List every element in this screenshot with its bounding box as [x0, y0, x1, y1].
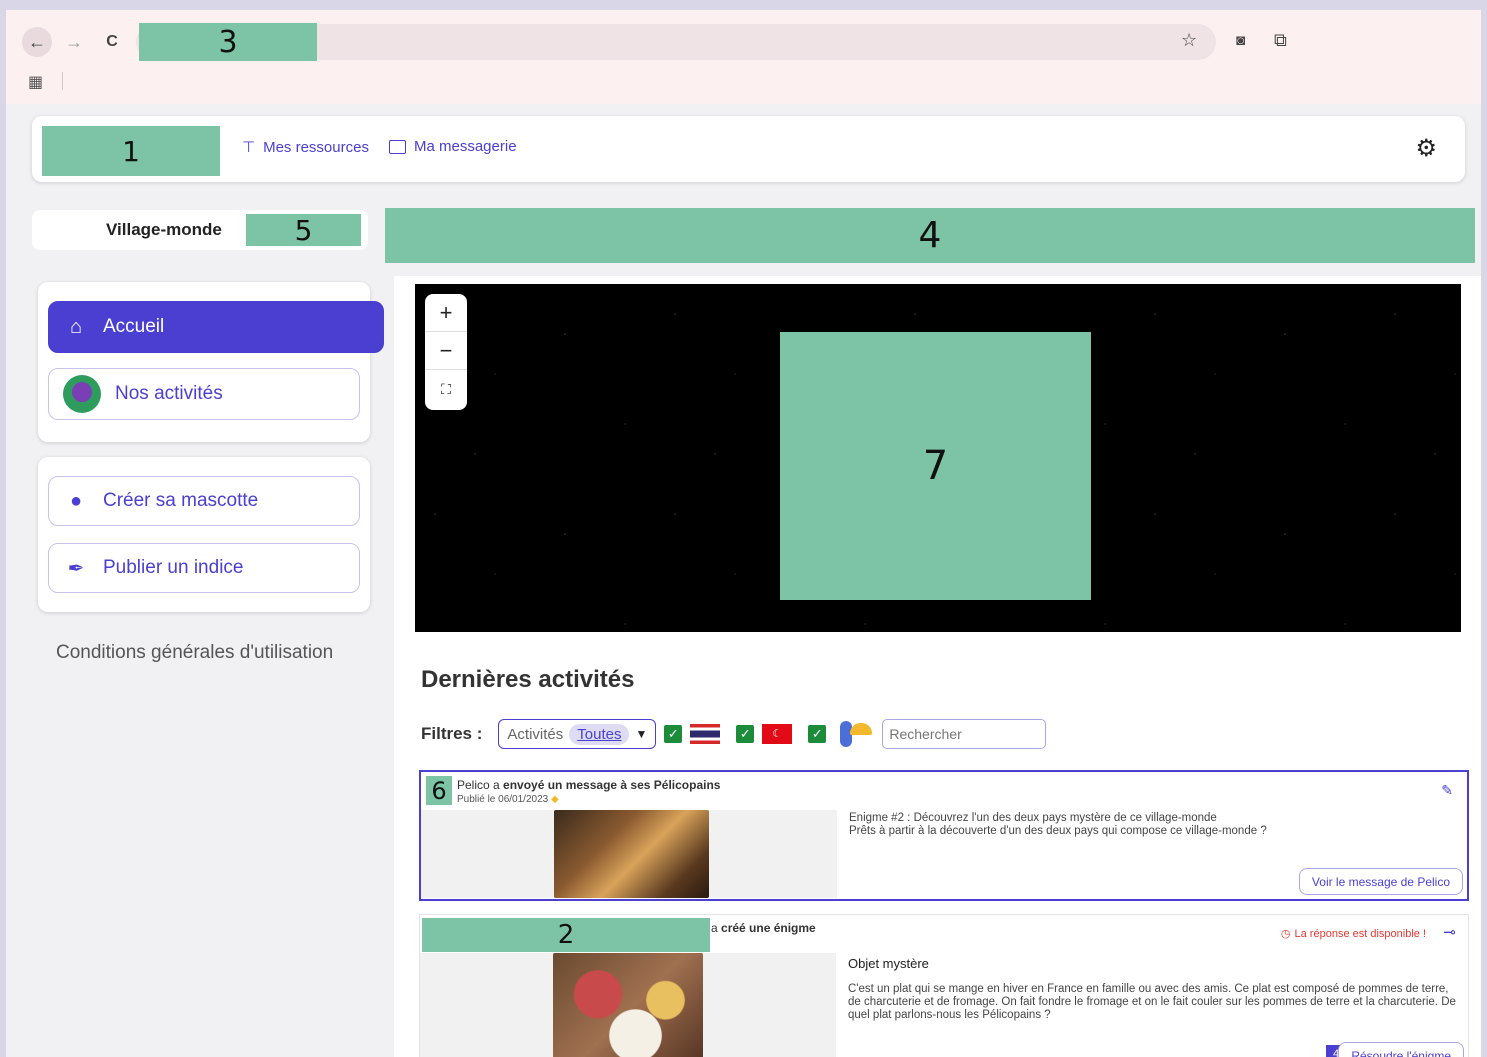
- search-input[interactable]: [882, 719, 1047, 749]
- my-messages-link[interactable]: Ma messagerie: [389, 138, 517, 155]
- cave-image: [554, 810, 709, 898]
- apps-grid-icon[interactable]: ▦: [28, 72, 43, 92]
- view-pelico-message-button[interactable]: Voir le message de Pelico: [1298, 868, 1463, 895]
- site-header: 1 ⊤ Mes ressources Ma messagerie ⚙: [32, 116, 1465, 182]
- my-resources-label: Mes ressources: [263, 138, 369, 156]
- post-line-2: Prêts à partir à la découverte d'un des …: [849, 824, 1267, 837]
- activity-post[interactable]: 2 a créé une énigme ◷ La réponse est dis…: [419, 914, 1469, 1057]
- thailand-flag-icon: [690, 724, 721, 744]
- answer-status-text: La réponse est disponible !: [1294, 927, 1426, 940]
- terms-link[interactable]: Conditions générales d'utilisation: [56, 642, 333, 664]
- activity-post[interactable]: 6 Pelico a envoyé un message à ses Pélic…: [419, 770, 1469, 901]
- key-icon[interactable]: ⊸: [1443, 923, 1456, 941]
- filters-label: Filtres :: [421, 724, 483, 743]
- raclette-image: [553, 953, 703, 1057]
- chevron-down-icon: ▼: [635, 727, 648, 741]
- sidebar-item-label: Nos activités: [115, 383, 223, 404]
- camera-icon[interactable]: ◙: [1236, 32, 1245, 49]
- post-title: Objet mystère: [848, 956, 929, 971]
- post-author: a: [711, 921, 722, 935]
- post-headline: Pelico a envoyé un message à ses Pélicop…: [457, 778, 720, 792]
- reload-icon: C: [106, 33, 118, 50]
- home-icon: ⌂: [69, 315, 83, 338]
- logo-placeholder[interactable]: 1: [42, 126, 220, 176]
- answer-status: ◷ La réponse est disponible !: [1280, 927, 1426, 941]
- clock-icon: ◷: [1280, 928, 1291, 940]
- publish-hint-button[interactable]: ✒ Publier un indice: [48, 543, 360, 593]
- author-avatar-placeholder: 6: [426, 776, 452, 805]
- zoom-in-button[interactable]: +: [425, 294, 467, 332]
- app-frame: ← → C 3 ☆ ◙ ⧉ ▦ 1 ⊤ Mes ressources Ma me…: [6, 10, 1481, 1057]
- back-button[interactable]: ←: [22, 27, 52, 57]
- author-placeholder: 2: [422, 918, 710, 952]
- extensions-icon[interactable]: ⧉: [1274, 30, 1287, 51]
- main-content: + − ⛶ 7 Dernières activités Filtres : Ac…: [394, 276, 1481, 1057]
- map-zoom-controls: + − ⛶: [425, 294, 467, 410]
- publish-hint-label: Publier un indice: [103, 557, 244, 578]
- fullscreen-button[interactable]: ⛶: [425, 370, 467, 408]
- globe-placeholder: 7: [780, 332, 1091, 600]
- globe-map[interactable]: + − ⛶ 7: [415, 284, 1461, 632]
- pin-icon[interactable]: ✎: [1441, 782, 1453, 799]
- post-image-area: [421, 810, 837, 898]
- create-mascot-label: Créer sa mascotte: [103, 490, 259, 511]
- gear-icon[interactable]: ⚙: [1415, 134, 1437, 163]
- reload-button[interactable]: C: [100, 30, 124, 54]
- activity-type-select[interactable]: Activités Toutes ▼: [498, 719, 657, 749]
- person-icon: ●: [69, 489, 83, 512]
- my-messages-label: Ma messagerie: [414, 138, 517, 155]
- post-date-text: Publié le 06/01/2023: [457, 794, 549, 805]
- zoom-out-button[interactable]: −: [425, 332, 467, 370]
- create-mascot-button[interactable]: ● Créer sa mascotte: [48, 476, 360, 526]
- post-body: C'est un plat qui se mange en hiver en F…: [848, 983, 1456, 1021]
- post-image-area: [420, 953, 836, 1057]
- sidebar-item-label: Accueil: [103, 316, 165, 337]
- village-selector[interactable]: Village-monde 5: [32, 210, 368, 250]
- pelico-checkbox[interactable]: ✓: [808, 725, 827, 743]
- post-date: Publié le 06/01/2023 ◆: [457, 794, 559, 805]
- post-headline: a créé une énigme: [711, 921, 816, 935]
- arrow-left-icon: ←: [28, 31, 46, 52]
- filters-bar: Filtres : Activités Toutes ▼ ✓ ✓ ☾ ✓: [421, 719, 1047, 749]
- post-action: envoyé un message à ses Pélicopains: [503, 778, 721, 792]
- village-placeholder: 5: [246, 214, 361, 247]
- mascot-avatar-icon: [63, 375, 101, 413]
- forward-button[interactable]: →: [62, 30, 86, 54]
- turkey-checkbox[interactable]: ✓: [736, 725, 755, 743]
- post-author: Pelico a: [457, 778, 504, 792]
- bookmarks-separator: [62, 72, 63, 90]
- arrow-right-icon: →: [65, 31, 83, 52]
- select-label: Activités: [507, 725, 564, 743]
- pelico-icon: ◆: [550, 794, 559, 805]
- pelico-icon: [834, 719, 874, 749]
- post-action: créé une énigme: [721, 921, 816, 935]
- sidebar-actions-card: ● Créer sa mascotte ✒ Publier un indice: [38, 457, 370, 612]
- village-name: Village-monde: [106, 220, 222, 239]
- turkey-flag-icon: ☾: [762, 724, 793, 744]
- activities-title: Dernières activités: [421, 666, 635, 693]
- post-line-1: Enigme #2 : Découvrez l'un des deux pays…: [849, 812, 1217, 824]
- my-resources-link[interactable]: ⊤ Mes ressources: [242, 138, 369, 157]
- thailand-checkbox[interactable]: ✓: [664, 725, 683, 743]
- post-text: Enigme #2 : Découvrez l'un des deux pays…: [849, 812, 1267, 837]
- select-value: Toutes: [569, 723, 630, 745]
- solve-riddle-button[interactable]: Résoudre l'énigme: [1338, 1042, 1464, 1057]
- bookmark-star-icon[interactable]: ☆: [1181, 30, 1197, 51]
- feather-icon: ✒: [67, 557, 85, 580]
- message-icon: [389, 139, 406, 154]
- pin-icon: ⊤: [242, 139, 256, 156]
- sidebar-nav-card: ⌂ Accueil Nos activités: [38, 282, 384, 442]
- browser-toolbar: ← → C 3 ☆ ◙ ⧉ ▦: [6, 10, 1481, 104]
- sidebar-item-home[interactable]: ⌂ Accueil: [48, 301, 384, 353]
- post-text: Objet mystère C'est un plat qui se mange…: [848, 956, 1464, 1021]
- address-placeholder: 3: [139, 23, 317, 61]
- banner-placeholder: 4: [385, 208, 1475, 263]
- sidebar-item-activities[interactable]: Nos activités: [48, 368, 360, 420]
